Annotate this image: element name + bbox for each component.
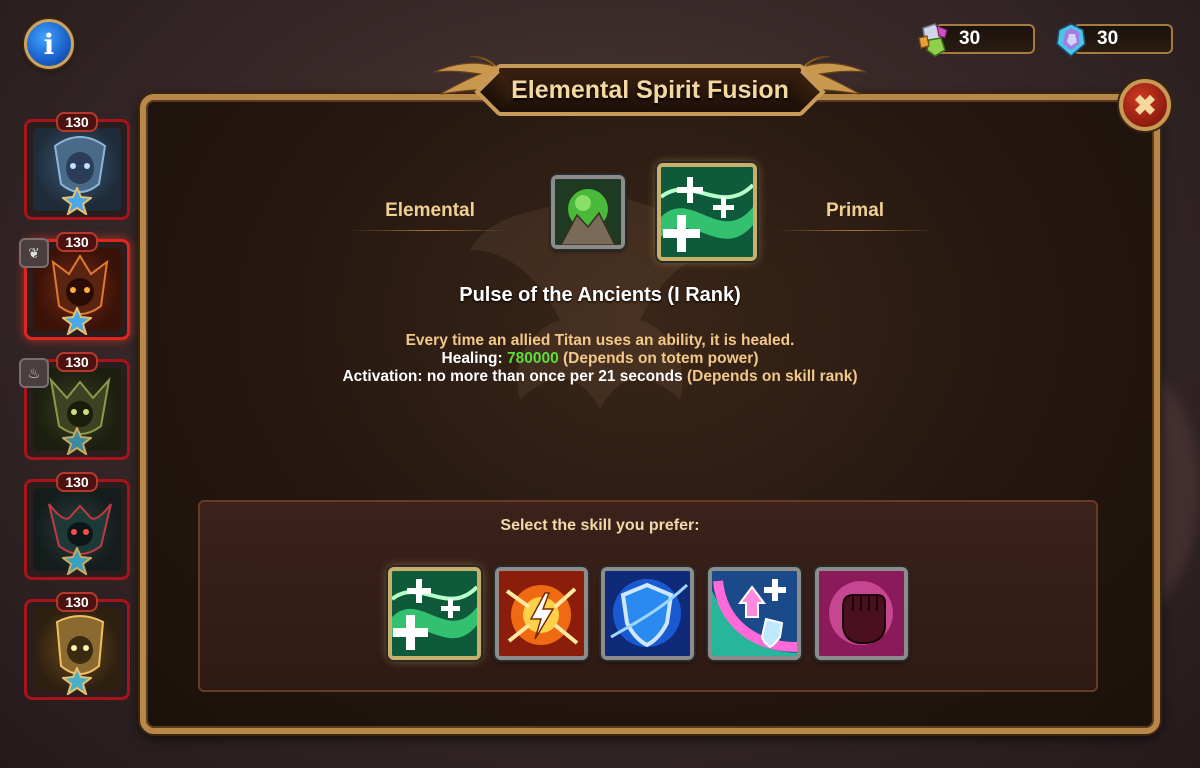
healing-note: (Depends on totem power) <box>563 350 759 367</box>
totem-card-light[interactable]: 130 <box>24 592 130 700</box>
elemental-label: Elemental <box>350 200 510 231</box>
skill-option-fist[interactable] <box>815 567 908 660</box>
primal-crystal-icon <box>1056 23 1086 57</box>
primal-skill-slot[interactable] <box>657 163 757 261</box>
elemental-skill-slot[interactable] <box>551 175 625 249</box>
star-icon <box>62 547 92 575</box>
skill-option-healing[interactable] <box>388 567 481 660</box>
currency-elemental[interactable]: 30 <box>915 22 1035 57</box>
close-icon: ✖ <box>1133 89 1157 121</box>
lightning-burst-icon <box>499 571 584 656</box>
totem-card-earth[interactable]: ❦ 130 <box>19 232 130 340</box>
currency-value: 30 <box>1097 28 1119 49</box>
currency-primal[interactable]: 30 <box>1053 22 1173 57</box>
skill-name: Pulse of the Ancients (I Rank) <box>459 284 741 306</box>
healing-wave-icon <box>392 571 477 656</box>
star-icon <box>62 427 92 455</box>
info-button[interactable]: i <box>24 19 74 69</box>
healing-wave-icon <box>661 167 753 257</box>
flame-icon: ♨ <box>19 358 49 388</box>
window-title-text: Elemental Spirit Fusion <box>511 75 789 104</box>
info-icon: i <box>43 27 55 61</box>
buff-shield-icon <box>712 571 797 656</box>
totem-level: 130 <box>56 592 98 612</box>
shield-icon <box>605 571 690 656</box>
star-icon <box>62 307 92 335</box>
window-title: Elemental Spirit Fusion <box>495 64 805 116</box>
currency-value: 30 <box>959 28 981 49</box>
totem-card-dark[interactable]: 130 <box>24 472 130 580</box>
totem-card-water[interactable]: 130 <box>24 112 130 220</box>
star-icon <box>62 187 92 215</box>
skill-option-lightning[interactable] <box>495 567 588 660</box>
totem-level: 130 <box>56 112 98 132</box>
select-skill-label: Select the skill you prefer: <box>500 517 700 534</box>
skill-option-buff[interactable] <box>708 567 801 660</box>
healing-label: Healing: <box>441 350 503 367</box>
earth-orb-icon <box>555 179 621 245</box>
healing-value: 780000 <box>506 350 559 367</box>
totem-level: 130 <box>56 232 98 252</box>
description-line: Every time an allied Titan uses an abili… <box>405 332 795 349</box>
leaf-icon: ❦ <box>19 238 49 268</box>
skill-option-shield[interactable] <box>601 567 694 660</box>
activation-note: (Depends on skill rank) <box>686 368 858 385</box>
totem-level: 130 <box>56 352 98 372</box>
primal-label: Primal <box>775 200 935 231</box>
close-button[interactable]: ✖ <box>1119 79 1171 131</box>
totem-level: 130 <box>56 472 98 492</box>
totem-card-fire[interactable]: ♨ 130 <box>19 352 130 460</box>
activation-text: Activation: no more than once per 21 sec… <box>342 368 683 385</box>
star-icon <box>62 667 92 695</box>
skill-description: Every time an allied Titan uses an abili… <box>300 332 900 386</box>
elemental-crystal-icon <box>918 23 948 57</box>
fist-icon <box>819 571 904 656</box>
